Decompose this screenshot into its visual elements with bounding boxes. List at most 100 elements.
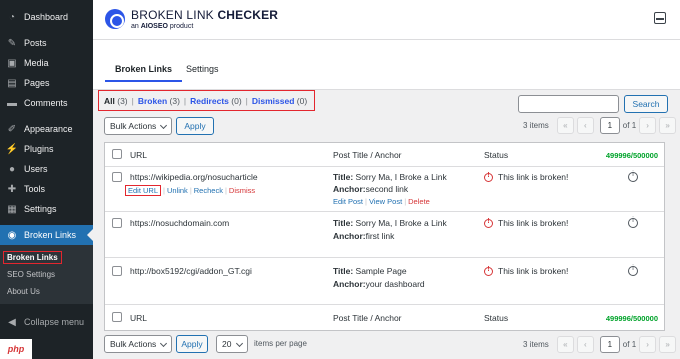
post-title: Title: Sample Page <box>333 266 407 276</box>
bulk-actions-select-top[interactable]: Bulk Actions <box>104 117 172 135</box>
items-count: 3 items <box>523 121 549 130</box>
comment-icon: ▬ <box>7 97 17 109</box>
bulk-actions-select-bottom[interactable]: Bulk Actions <box>104 335 172 353</box>
chevron-down-icon <box>159 339 168 348</box>
link-status: This link is broken! <box>484 266 568 276</box>
first-page-button[interactable]: « <box>556 336 574 353</box>
edit-post-link[interactable]: Edit Post <box>333 197 363 206</box>
table-footer-row: URL Post Title / Anchor Status 499996/50… <box>105 305 664 330</box>
filter-broken[interactable]: Broken (3) <box>138 96 180 106</box>
tab-settings[interactable]: Settings <box>186 64 219 74</box>
sidebar-item-label: Comments <box>24 98 68 108</box>
quota-count-footer: 499996/500000 <box>605 314 658 323</box>
prev-page-button[interactable]: ‹ <box>576 336 594 353</box>
collapse-menu-button[interactable]: ◀ Collapse menu <box>0 312 93 332</box>
row-checkbox[interactable] <box>112 172 122 182</box>
delete-post-link[interactable]: Delete <box>408 197 430 206</box>
link-url[interactable]: https://nosuchdomain.com <box>130 218 229 228</box>
row-checkbox[interactable] <box>112 266 122 276</box>
dismiss-link[interactable]: Dismiss <box>229 186 255 195</box>
admin-sidebar: ◔ Dashboard ✎ Posts ▣ Media ▤ Pages ▬ Comment… <box>0 0 93 359</box>
tab-broken-links[interactable]: Broken Links <box>104 64 183 82</box>
warning-icon <box>484 218 493 228</box>
view-post-link[interactable]: View Post <box>369 197 402 206</box>
warning-icon <box>484 172 493 182</box>
filter-dismissed[interactable]: Dismissed (0) <box>252 96 307 106</box>
prev-page-button[interactable]: ‹ <box>576 117 594 134</box>
filter-redirects[interactable]: Redirects (0) <box>190 96 242 106</box>
edit-url-link[interactable]: Edit URL <box>125 185 162 196</box>
last-page-button[interactable]: » <box>659 336 677 353</box>
pagination-bottom: 3 items « ‹ 1 of 1 › » <box>523 336 677 353</box>
sidebar-item-appearance[interactable]: ✐ Appearance <box>0 119 93 139</box>
info-icon[interactable] <box>628 265 638 276</box>
page-number-input[interactable]: 1 <box>599 117 620 134</box>
settings-icon: ▦ <box>7 203 17 215</box>
row-actions: Edit URL | Unlink | Recheck | Dismiss <box>125 185 255 196</box>
next-page-button[interactable]: › <box>639 336 657 353</box>
status-filters: All (3) | Broken (3) | Redirects (0) | D… <box>98 90 315 111</box>
anchor-text: Anchor:second link <box>333 184 409 194</box>
next-page-button[interactable]: › <box>639 117 657 134</box>
submenu-broken-links[interactable]: Broken Links <box>0 249 93 266</box>
warning-icon <box>484 266 493 276</box>
info-icon[interactable] <box>628 217 638 228</box>
first-page-button[interactable]: « <box>556 117 574 134</box>
sidebar-item-label: Media <box>24 58 49 68</box>
column-url[interactable]: URL <box>130 150 147 160</box>
links-table: URL Post Title / Anchor Status 499996/50… <box>104 142 665 331</box>
unlink-link[interactable]: Unlink <box>167 186 188 195</box>
sidebar-item-posts[interactable]: ✎ Posts <box>0 33 93 53</box>
search-button[interactable]: Search <box>624 95 668 113</box>
sidebar-item-label: Settings <box>24 204 57 214</box>
post-actions: Edit Post | View Post | Delete <box>333 197 430 206</box>
watermark: php <box>0 339 32 359</box>
apply-button-top[interactable]: Apply <box>176 117 214 135</box>
sidebar-item-label: Appearance <box>24 124 73 134</box>
sidebar-submenu: Broken Links SEO Settings About Us <box>0 245 93 304</box>
select-all-checkbox-footer[interactable] <box>112 312 122 322</box>
sidebar-item-broken-links[interactable]: ◉ Broken Links <box>0 225 93 245</box>
submenu-seo-settings[interactable]: SEO Settings <box>0 266 93 283</box>
per-page-label: items per page <box>254 339 307 348</box>
per-page-select[interactable]: 20 <box>216 335 248 353</box>
logo-subtitle: an AIOSEO product <box>131 23 194 30</box>
row-checkbox[interactable] <box>112 218 122 228</box>
media-icon: ▣ <box>7 57 17 69</box>
page-total: of 1 <box>622 340 637 349</box>
sidebar-item-dashboard[interactable]: ◔ Dashboard <box>0 7 93 27</box>
table-row: https://nosuchdomain.com Title: Sorry Ma… <box>105 212 664 258</box>
sidebar-item-tools[interactable]: ✚ Tools <box>0 179 93 199</box>
brush-icon: ✐ <box>7 123 17 135</box>
filter-separator: | <box>131 95 134 106</box>
sidebar-item-label: Dashboard <box>24 12 69 22</box>
page-total: of 1 <box>622 121 637 130</box>
sidebar-item-users[interactable]: ● Users <box>0 159 93 179</box>
sidebar-item-pages[interactable]: ▤ Pages <box>0 73 93 93</box>
link-url[interactable]: https://wikipedia.org/nosucharticle <box>130 172 258 182</box>
last-page-button[interactable]: » <box>659 117 677 134</box>
submenu-about-us[interactable]: About Us <box>0 283 93 300</box>
filter-separator: | <box>245 95 248 106</box>
search-input[interactable] <box>518 95 619 113</box>
apply-button-bottom[interactable]: Apply <box>176 335 208 353</box>
link-status: This link is broken! <box>484 172 568 182</box>
inbox-icon[interactable] <box>654 12 666 24</box>
table-row: https://wikipedia.org/nosucharticle Edit… <box>105 167 664 212</box>
column-url-footer[interactable]: URL <box>130 313 147 323</box>
recheck-link[interactable]: Recheck <box>194 186 223 195</box>
sidebar-item-settings[interactable]: ▦ Settings <box>0 199 93 219</box>
sidebar-item-media[interactable]: ▣ Media <box>0 53 93 73</box>
select-all-checkbox[interactable] <box>112 149 122 159</box>
info-icon[interactable] <box>628 171 638 182</box>
logo-title: BROKEN LINK CHECKER <box>131 8 279 22</box>
dashboard-icon: ◔ <box>8 11 16 23</box>
filter-all[interactable]: All (3) <box>104 96 128 106</box>
sidebar-item-label: Plugins <box>24 144 54 154</box>
post-title: Title: Sorry Ma, I Broke a Link <box>333 172 447 182</box>
sidebar-item-plugins[interactable]: ⚡ Plugins <box>0 139 93 159</box>
sidebar-item-comments[interactable]: ▬ Comments <box>0 93 93 113</box>
link-status: This link is broken! <box>484 218 568 228</box>
link-url[interactable]: http://box5192/cgi/addon_GT.cgi <box>130 266 252 276</box>
page-number-input[interactable]: 1 <box>599 336 620 353</box>
